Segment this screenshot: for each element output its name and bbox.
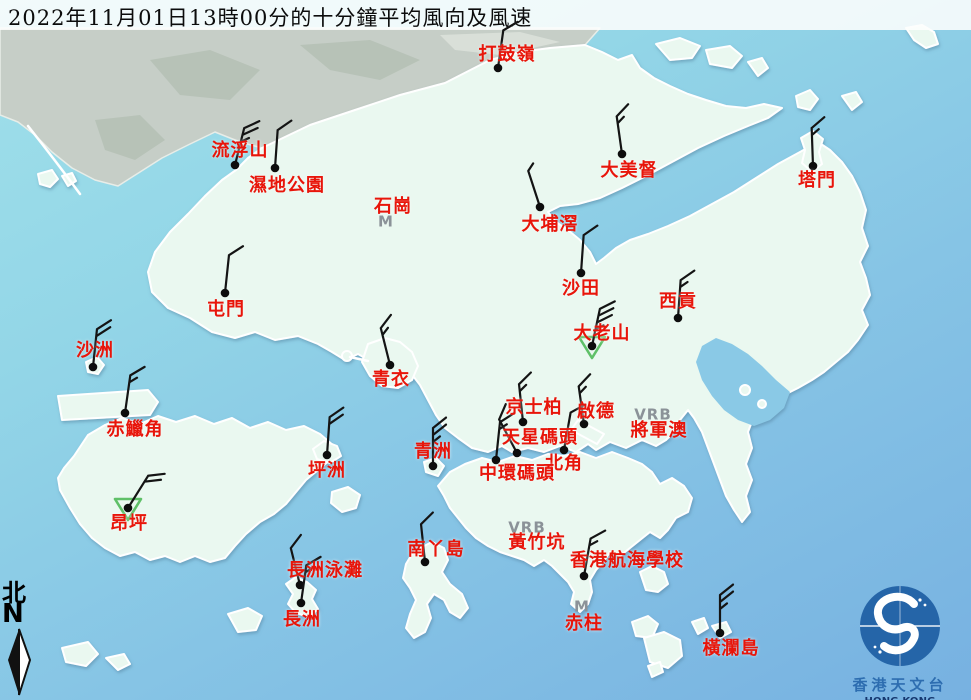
station-dot <box>536 203 545 212</box>
north-arrow-icon <box>2 627 36 697</box>
station-dot <box>121 409 130 418</box>
wind-barb-icon <box>811 117 826 166</box>
wind-barb-icon <box>720 585 733 633</box>
station-dot <box>231 161 240 170</box>
station-dot <box>580 572 589 581</box>
wind-barb-icon <box>225 245 243 294</box>
station-label: 京士柏 <box>506 399 563 417</box>
station-dot <box>429 462 438 471</box>
station-label: 南丫島 <box>408 541 465 559</box>
station-dot <box>674 314 683 323</box>
station-label: 黃竹坑 <box>509 534 566 552</box>
north-letter-label: N <box>2 603 38 626</box>
station-dot <box>716 629 725 638</box>
station-label: 中環碼頭 <box>479 465 555 483</box>
station-dot <box>323 451 332 460</box>
station-dot <box>271 164 280 173</box>
wind-barb-icon <box>275 120 291 169</box>
wind-station <box>809 117 826 170</box>
station-label: 打鼓嶺 <box>479 46 536 64</box>
missing-data-mark: M <box>378 215 394 230</box>
station-dot <box>386 361 395 370</box>
hko-logo-chinese-name: 香港天文台 <box>833 674 967 695</box>
wind-overlay <box>0 0 971 700</box>
station-label: 坪洲 <box>308 462 346 480</box>
wind-barb-icon <box>615 104 635 154</box>
station-dot <box>809 162 818 171</box>
station-dot <box>221 289 230 298</box>
station-dot <box>618 150 627 159</box>
north-indicator: 北 N <box>2 580 38 700</box>
station-label: 長洲 <box>283 611 321 629</box>
hko-logo: 香港天文台 HONG KONG OBSERVATORY <box>833 584 967 700</box>
station-label: 流浮山 <box>212 142 269 160</box>
station-label: 赤鱲角 <box>107 421 164 439</box>
station-label: 濕地公園 <box>249 177 325 195</box>
variable-wind-mark: VRB <box>508 521 546 536</box>
missing-data-mark: M <box>574 600 590 615</box>
station-dot <box>519 418 528 427</box>
station-dot <box>124 504 133 513</box>
wind-map-app: 2022年11月01日13時00分的十分鐘平均風向及風速 打鼓嶺流浮山濕地公園石… <box>0 0 971 700</box>
station-label: 赤柱 <box>565 615 603 633</box>
station-label: 將軍澳 <box>631 422 688 440</box>
wind-barb-icon <box>128 467 165 515</box>
hko-logo-english-name: HONG KONG OBSERVATORY <box>833 696 967 700</box>
wind-station <box>527 163 547 211</box>
station-label: 大埔滘 <box>522 216 579 234</box>
station-label: 塔門 <box>798 172 836 190</box>
station-label: 沙洲 <box>76 342 114 360</box>
station-label: 沙田 <box>562 280 600 298</box>
wind-barb-icon <box>581 225 597 274</box>
station-label: 天星碼頭 <box>502 429 578 447</box>
station-label: 西貢 <box>659 293 697 311</box>
station-dot <box>577 269 586 278</box>
wind-barb-icon <box>125 365 145 415</box>
wind-station <box>323 407 344 460</box>
wind-barb-icon <box>378 315 402 365</box>
station-label: 屯門 <box>207 301 245 319</box>
wind-barb-icon <box>527 163 547 207</box>
station-label: 橫瀾島 <box>703 640 760 658</box>
station-dot <box>297 599 306 608</box>
station-label: 大美督 <box>601 162 658 180</box>
wind-station <box>271 120 292 173</box>
variable-wind-mark: VRB <box>634 408 672 423</box>
wind-station <box>121 365 145 417</box>
station-label: 啟德 <box>577 403 615 421</box>
wind-barb-icon <box>327 407 343 456</box>
station-label: 青洲 <box>414 443 452 461</box>
wind-station <box>577 225 598 278</box>
wind-station <box>221 245 243 297</box>
wind-station <box>378 315 402 369</box>
wind-station <box>615 104 635 158</box>
hko-logo-icon <box>858 584 942 668</box>
station-dot <box>513 449 522 458</box>
station-label: 長洲泳灘 <box>287 562 363 580</box>
station-label: 大老山 <box>574 325 631 343</box>
wind-station <box>716 585 733 638</box>
station-dot <box>89 363 98 372</box>
station-label: 青衣 <box>372 371 410 389</box>
station-label: 昂坪 <box>110 515 148 533</box>
station-label: 香港航海學校 <box>570 552 684 570</box>
